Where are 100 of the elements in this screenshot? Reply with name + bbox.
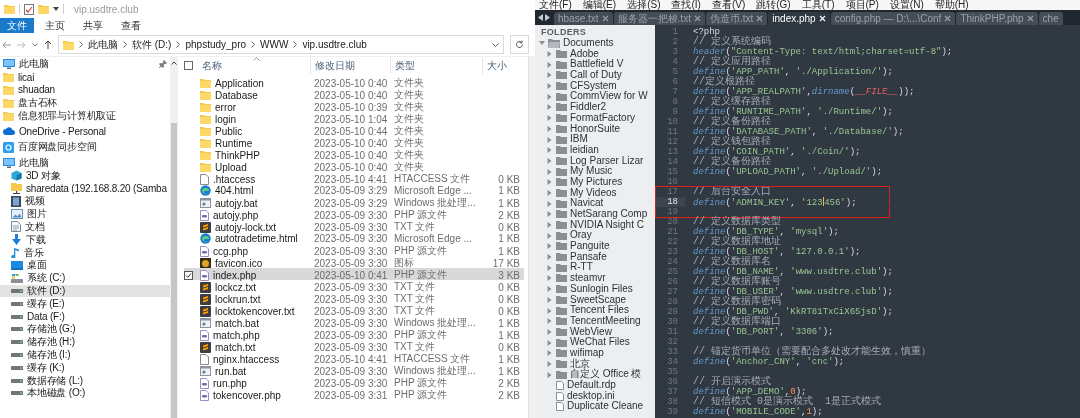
back-arrow-icon[interactable]: [2, 40, 11, 49]
nav-item[interactable]: 3D 对象: [0, 169, 170, 183]
tree-item[interactable]: leidian: [535, 144, 655, 156]
scrollbar[interactable]: [528, 57, 535, 418]
disclosure-arrow-icon[interactable]: [547, 147, 552, 154]
nav-item[interactable]: 软件 (D:): [0, 284, 170, 298]
tree-item[interactable]: desktop.ini: [535, 390, 655, 402]
menu-item[interactable]: 查看(V): [711, 0, 746, 10]
nav-item[interactable]: 桌面: [0, 258, 170, 272]
menu-item[interactable]: 设置(N): [889, 0, 924, 10]
file-row[interactable]: Public 2023-05-10 0:44 文件夹: [184, 124, 524, 136]
nav-item[interactable]: licai: [0, 70, 170, 84]
tree-item[interactable]: Oray: [535, 230, 655, 242]
tree-item[interactable]: Tencent Files: [535, 305, 655, 316]
file-row[interactable]: locktokencover.txt 2023-05-09 3:30 TXT 文件 0 KB: [184, 304, 524, 316]
nav-item[interactable]: OneDrive - Personal: [0, 125, 170, 138]
nav-item[interactable]: sharedata (192.168.8.20 (Samba: [0, 182, 170, 195]
disclosure-arrow-icon[interactable]: [547, 222, 552, 229]
tree-item[interactable]: NetSarang Comp: [535, 209, 655, 220]
nav-item[interactable]: 此电脑: [0, 58, 170, 71]
breadcrumb-item[interactable]: WWW: [260, 39, 289, 50]
disclosure-arrow-icon[interactable]: [547, 275, 552, 282]
disclosure-arrow-icon[interactable]: [547, 243, 552, 250]
file-row[interactable]: ccg.php 2023-05-09 3:30 PHP 源文件 1 KB: [184, 244, 524, 256]
disclosure-arrow-icon[interactable]: [547, 93, 552, 100]
disclosure-arrow-icon[interactable]: [547, 339, 552, 346]
nav-item[interactable]: 储存池 (I:): [0, 348, 170, 362]
file-row[interactable]: autojy-lock.txt 2023-05-09 3:30 TXT 文件 0 KB: [184, 220, 524, 232]
editor-tab[interactable]: 伪造币.txt: [705, 12, 768, 25]
disclosure-arrow-icon[interactable]: [547, 125, 552, 132]
nav-item[interactable]: 此电脑: [0, 156, 170, 170]
breadcrumb-item[interactable]: 软件 (D:): [132, 37, 172, 52]
chevron-down-icon[interactable]: [492, 42, 499, 47]
disclosure-arrow-icon[interactable]: [547, 136, 552, 143]
file-row[interactable]: nginx.htaccess 2023-05-10 4:41 HTACCESS 文件 1 KB: [184, 352, 524, 364]
nav-item[interactable]: 下载: [0, 233, 170, 247]
ribbon-tab[interactable]: 共享: [76, 18, 110, 33]
file-row[interactable]: Database 2023-05-10 0:40 文件夹: [184, 88, 524, 100]
disclosure-arrow-icon[interactable]: [547, 72, 552, 79]
nav-item[interactable]: 文档: [0, 220, 170, 234]
tree-item[interactable]: Log Parser Lizar: [535, 155, 655, 167]
tree-item[interactable]: Navicat: [535, 198, 655, 209]
disclosure-arrow-icon[interactable]: [547, 211, 552, 218]
ribbon-tab[interactable]: 文件: [0, 18, 34, 33]
file-row[interactable]: match.php 2023-05-09 3:30 PHP 源文件 1 KB: [184, 328, 524, 340]
file-row[interactable]: login 2023-05-10 1:04 文件夹: [184, 112, 524, 124]
tree-item[interactable]: My Pictures: [535, 176, 655, 188]
scroll-up-icon[interactable]: [171, 61, 177, 65]
disclosure-arrow-icon[interactable]: [547, 232, 552, 239]
file-row[interactable]: run.bat 2023-05-09 3:30 Windows 批处理... 1 KB: [184, 364, 524, 376]
tree-item[interactable]: IBM: [535, 134, 655, 145]
file-row[interactable]: index.php 2023-05-10 0:41 PHP 源文件 3 KB: [184, 268, 524, 280]
nav-item[interactable]: 系统 (C:): [0, 271, 170, 285]
disclosure-arrow-icon[interactable]: [547, 286, 552, 293]
nav-item[interactable]: 本地磁盘 (O:): [0, 386, 170, 400]
disclosure-arrow-icon[interactable]: [547, 179, 552, 186]
nav-item[interactable]: 盘古石杯: [0, 96, 170, 110]
disclosure-arrow-icon[interactable]: [547, 264, 552, 271]
disclosure-arrow-icon[interactable]: [547, 104, 552, 111]
file-row[interactable]: error 2023-05-10 0:39 文件夹: [184, 100, 524, 112]
column-header[interactable]: 大小: [487, 58, 507, 73]
disclosure-arrow-icon[interactable]: [539, 40, 545, 47]
menu-item[interactable]: 跳转(G): [756, 0, 791, 10]
nav-item[interactable]: 视频: [0, 194, 170, 208]
disclosure-arrow-icon[interactable]: [547, 350, 552, 357]
address-bar[interactable]: 此电脑 软件 (D:) phpstudy_pro WWW vip.usdtre.club: [58, 35, 504, 54]
tree-item[interactable]: 北京: [535, 358, 655, 370]
tree-item[interactable]: Default.rdp: [535, 380, 655, 391]
tree-item[interactable]: R-TT: [535, 262, 655, 274]
nav-item[interactable]: 百度网盘同步空间: [0, 140, 170, 154]
file-row[interactable]: 404.html 2023-05-09 3:29 Microsoft Edge ... 1 KB: [184, 184, 524, 196]
file-row[interactable]: autojy.bat 2023-05-09 3:29 Windows 批处理... 1 KB: [184, 196, 524, 208]
disclosure-arrow-icon[interactable]: [547, 296, 552, 303]
tree-item[interactable]: Fiddler2: [535, 102, 655, 113]
tree-item[interactable]: Pansafe: [535, 251, 655, 263]
tree-item[interactable]: TencentMeeting: [535, 315, 655, 327]
file-row[interactable]: match.txt 2023-05-09 3:30 TXT 文件 0 KB: [184, 340, 524, 352]
nav-item[interactable]: 缓存 (E:): [0, 297, 170, 311]
chevron-down-icon[interactable]: [32, 42, 38, 47]
disclosure-arrow-icon[interactable]: [547, 200, 552, 207]
file-row[interactable]: autojy.php 2023-05-09 3:30 PHP 源文件 2 KB: [184, 208, 524, 220]
refresh-button[interactable]: [510, 35, 529, 54]
file-row[interactable]: autotradetime.html 2023-05-09 3:30 Microsoft Edge ... 1 KB: [184, 232, 524, 244]
ribbon-tab[interactable]: 查看: [114, 18, 148, 33]
tree-item[interactable]: Adobe: [535, 48, 655, 60]
checkbox[interactable]: [184, 61, 193, 70]
editor-tab[interactable]: index.php: [768, 12, 830, 25]
tree-item[interactable]: Sunlogin Files: [535, 283, 655, 295]
tree-item[interactable]: wifimap: [535, 347, 655, 359]
disclosure-arrow-icon[interactable]: [547, 83, 552, 90]
file-row[interactable]: lockcz.txt 2023-05-09 3:30 TXT 文件 0 KB: [184, 280, 524, 292]
ribbon-tab[interactable]: 主页: [38, 18, 72, 33]
tree-item[interactable]: My Music: [535, 166, 655, 177]
nav-item[interactable]: Data (F:): [0, 310, 170, 323]
file-row[interactable]: ThinkPHP 2023-05-10 0:40 文件夹: [184, 148, 524, 160]
nav-item[interactable]: 存储池 (G:): [0, 322, 170, 336]
tab-right-arrow-icon[interactable]: [545, 14, 550, 21]
file-row[interactable]: run.php 2023-05-09 3:30 PHP 源文件 2 KB: [184, 376, 524, 388]
nav-item[interactable]: 储存池 (H:): [0, 335, 170, 349]
column-header[interactable]: 类型: [395, 58, 415, 73]
